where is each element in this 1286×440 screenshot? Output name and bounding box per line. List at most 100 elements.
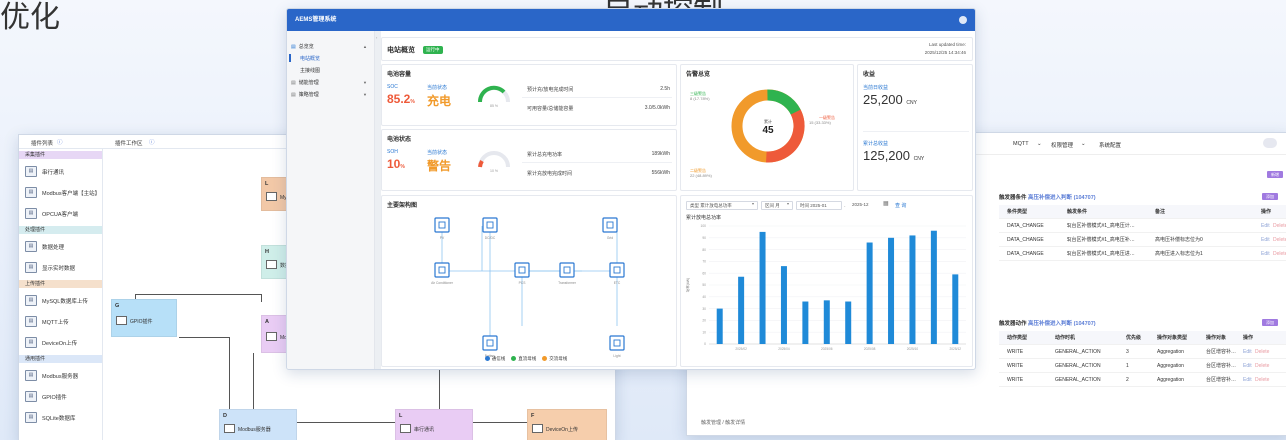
bar[interactable]	[738, 276, 745, 344]
edit-link[interactable]: Edit	[1243, 373, 1252, 387]
new-button[interactable]: 新增	[1267, 171, 1283, 178]
edit-link[interactable]: Edit	[1261, 233, 1270, 247]
plugin-item-label: OPCUA客户端	[42, 211, 79, 218]
time-end[interactable]: 2025-12	[849, 201, 881, 210]
table-cell: GENERAL_ACTION	[1055, 363, 1101, 369]
workflow-node[interactable]: G GPIO插件	[111, 299, 177, 337]
plugin-item[interactable]: ▤ 显示实时数据	[19, 257, 102, 278]
workspace-title: 插件工作区	[115, 141, 143, 147]
bar[interactable]	[759, 231, 766, 344]
workflow-node[interactable]: D Modbus服务器	[219, 409, 297, 440]
table-cell: 台区增容补…	[1206, 363, 1237, 369]
plugin-item[interactable]: ▤ 串行通讯	[19, 161, 102, 182]
menu-icon: ▤	[291, 79, 296, 86]
y-tick-label: 80	[702, 248, 706, 252]
legend-label: 直流母线	[518, 356, 537, 361]
bar[interactable]	[909, 235, 916, 344]
node-icon	[400, 424, 411, 433]
edit-link[interactable]: Edit	[1243, 359, 1252, 373]
plugin-item[interactable]: ▤ SQLite数据库	[19, 407, 102, 428]
plugin-item[interactable]: ▤ GPIO插件	[19, 386, 102, 407]
bar[interactable]	[802, 301, 809, 344]
svg-text:Transformer: Transformer	[558, 281, 577, 285]
bar[interactable]	[780, 266, 787, 344]
delete-link[interactable]: Delete	[1273, 247, 1286, 261]
column-header: 操作	[1243, 335, 1254, 341]
connector-line	[253, 353, 254, 409]
plugin-icon: ▤	[25, 241, 37, 252]
type-select[interactable]: 类型 累计放电总功率	[686, 201, 758, 210]
node-label: Modbus服务器	[238, 427, 271, 433]
delete-link[interactable]: Delete	[1255, 373, 1269, 387]
node-letter: H	[265, 249, 269, 255]
workflow-node[interactable]: L 串行通讯	[395, 409, 473, 440]
plugin-section-header: 采集插件	[19, 151, 102, 159]
avatar[interactable]	[1263, 138, 1277, 148]
battery-state-title: 电池状态	[387, 137, 412, 143]
state-label: 当前状态	[427, 85, 448, 91]
column-header: 动作时机	[1055, 335, 1076, 341]
page-title: 电站概览	[387, 47, 415, 54]
app-title: AEMS管理系统	[295, 17, 337, 23]
plugin-item[interactable]: ▤ MySQL数据库上传	[19, 290, 102, 311]
y-tick-label: 50	[702, 283, 706, 287]
architecture-diagram: PV DC/DC Grid Air Conditioner PCS Transformer…	[431, 217, 625, 358]
add-action-button[interactable]: 添加	[1262, 319, 1278, 326]
plugin-item[interactable]: ▤ Modbus客户端【主站】	[19, 182, 102, 203]
arch-node-light: Light	[609, 335, 625, 358]
svg-text:Grid: Grid	[607, 236, 613, 240]
sidebar-item[interactable]: ▤ 策略管理 ▼	[291, 91, 371, 99]
nav-mqtt[interactable]: MQTT	[1013, 141, 1029, 147]
arch-node-pcs: PCS	[514, 262, 530, 285]
bar[interactable]	[716, 308, 723, 344]
sidebar-item-label: 主接线图	[300, 68, 321, 74]
edit-link[interactable]: Edit	[1261, 219, 1270, 233]
calendar-icon[interactable]: ▦	[883, 200, 889, 207]
bar[interactable]	[845, 301, 852, 344]
arch-node-grid: Grid	[602, 217, 618, 240]
delete-link[interactable]: Delete	[1273, 233, 1286, 247]
nav-system[interactable]: 系统配置	[1099, 141, 1121, 149]
info-icon[interactable]: ⓘ	[57, 138, 63, 146]
actions-title: 触发器动作 高压补偿进入判断 (104707)	[999, 321, 1096, 327]
user-avatar[interactable]	[959, 16, 967, 24]
delete-link[interactable]: Delete	[1255, 345, 1269, 359]
bar[interactable]	[888, 237, 895, 344]
sidebar-item[interactable]: 主接线图	[291, 67, 371, 74]
sidebar-item[interactable]: ▤ 储能管理 ▼	[291, 79, 371, 87]
edit-link[interactable]: Edit	[1243, 345, 1252, 359]
breadcrumb[interactable]: 触发管理 / 触发详情	[701, 419, 745, 426]
edit-link[interactable]: Edit	[1261, 247, 1270, 261]
plugin-item[interactable]: ▤ MQTT上传	[19, 311, 102, 332]
chevron-down-icon: ⌄	[1081, 141, 1086, 147]
table-row: WRITE GENERAL_ACTION 3 Aggregation 台区增容补… Edi…	[999, 345, 1286, 359]
plugin-item[interactable]: ▤ Modbus服务器	[19, 365, 102, 386]
y-tick-label: 60	[702, 271, 706, 275]
legend-item: 交流母线	[542, 356, 567, 361]
plugin-item[interactable]: ▤ OPCUA客户端	[19, 203, 102, 224]
bar[interactable]	[952, 274, 959, 344]
add-condition-button[interactable]: 添加	[1262, 193, 1278, 200]
time-start[interactable]: 时间 2025-01	[796, 201, 842, 210]
plugin-item[interactable]: ▤ DeviceOn上传	[19, 332, 102, 353]
sidebar-item[interactable]: 电站概览	[289, 54, 371, 62]
nav-permission[interactable]: 权限管理	[1051, 141, 1073, 149]
sidebar-item-label: 策略管理	[298, 92, 319, 98]
query-button[interactable]: 查 询	[895, 202, 906, 209]
bar[interactable]	[866, 242, 873, 344]
plugin-item[interactable]: ▤ 数据处理	[19, 236, 102, 257]
bar-chart: 功率(kW) 0 10 20 30 40 50 60 70 80 90 100 2025/02 2025/…	[685, 224, 966, 351]
delete-link[interactable]: Delete	[1273, 219, 1286, 233]
chevron-down-icon: ▾	[787, 201, 790, 206]
arch-node-pv: PV	[434, 217, 450, 240]
workflow-node[interactable]: F DeviceOn上传	[527, 409, 607, 440]
bar[interactable]	[930, 230, 937, 344]
menu-icon: ▤	[291, 43, 296, 50]
conditions-title: 触发器条件 高压补偿进入判断 (104707)	[999, 195, 1096, 201]
bar[interactable]	[823, 300, 830, 344]
delete-link[interactable]: Delete	[1255, 359, 1269, 373]
plugin-item-label: GPIO插件	[42, 394, 67, 401]
side-nav: ▤ 总览览 ▲ 电站概览主接线图 ▤ 储能管理 ▼ ▤ 策略管理 ▼	[287, 31, 375, 369]
info-icon[interactable]: ⓘ	[149, 138, 155, 146]
sidebar-item[interactable]: ▤ 总览览 ▲	[291, 43, 371, 51]
